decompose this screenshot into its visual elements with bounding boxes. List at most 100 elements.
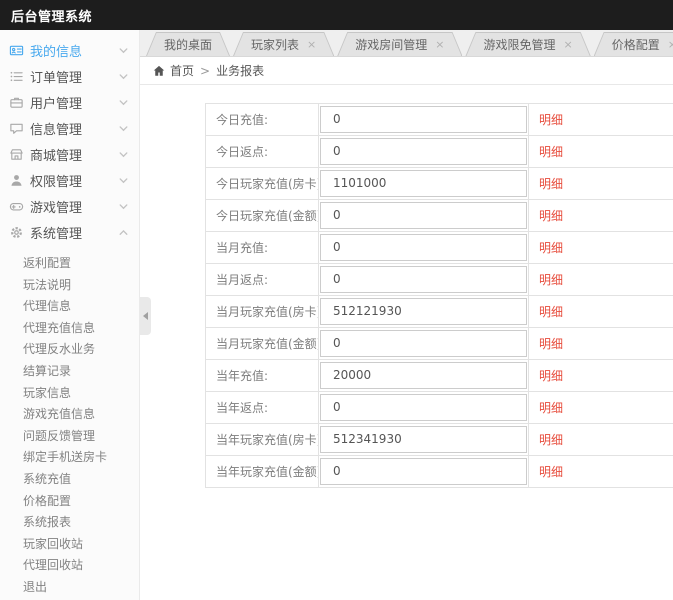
detail-link[interactable]: 明细: [539, 305, 563, 319]
sidebar-item-message-mgmt[interactable]: 信息管理: [0, 115, 139, 141]
report-value-cell: 0: [318, 327, 529, 360]
sidebar-subitem-play-instructions[interactable]: 玩法说明: [0, 275, 139, 297]
report-value-field[interactable]: 20000: [320, 362, 527, 389]
detail-link[interactable]: 明细: [539, 433, 563, 447]
report-value-field[interactable]: 0: [320, 106, 527, 133]
chevron-down-icon: [118, 97, 129, 108]
detail-cell: 明细: [528, 167, 673, 200]
app-header: 后台管理系统: [0, 0, 673, 30]
close-tab-icon[interactable]: ×: [435, 39, 444, 50]
breadcrumb-home-link[interactable]: 首页: [170, 62, 194, 79]
report-value-field[interactable]: 1101000: [320, 170, 527, 197]
tab-game-free-mgmt[interactable]: 游戏限免管理 ×: [465, 32, 590, 56]
sidebar-item-mall-mgmt[interactable]: 商城管理: [0, 141, 139, 167]
app-title: 后台管理系统: [11, 9, 93, 25]
report-value-cell: 512121930: [318, 295, 529, 328]
report-row: 今日充值: 0 明细: [205, 103, 673, 136]
sidebar-menu: 我的信息 订单管理 用户管理 信息管理商城管理权限管理 游戏管理系统管理返利配置 玩法说明…: [0, 37, 139, 599]
report-row: 今日玩家充值(金额): 0 明细: [205, 199, 673, 232]
chevron-down-icon: [118, 149, 129, 160]
detail-link[interactable]: 明细: [539, 369, 563, 383]
sidebar-subitem-rebate-config[interactable]: 返利配置: [0, 253, 139, 275]
sidebar-subitem-feedback-mgmt[interactable]: 问题反馈管理: [0, 426, 139, 448]
tab-label: 玩家列表: [251, 38, 300, 52]
report-value-field[interactable]: 0: [320, 458, 527, 485]
report-row-label: 当月充值:: [205, 231, 319, 264]
report-value-field[interactable]: 512341930: [320, 426, 527, 453]
tab-game-room-mgmt[interactable]: 游戏房间管理 ×: [337, 32, 462, 56]
sidebar-item-user-mgmt[interactable]: 用户管理: [0, 89, 139, 115]
detail-link[interactable]: 明细: [539, 241, 563, 255]
sidebar-subitem-agent-info[interactable]: 代理信息: [0, 296, 139, 318]
close-tab-icon[interactable]: ×: [307, 39, 316, 50]
sidebar-subitem-logout[interactable]: 退出: [0, 577, 139, 599]
sidebar-collapse-handle[interactable]: [140, 297, 151, 335]
report-value-field[interactable]: 0: [320, 266, 527, 293]
report-value-cell: 0: [318, 231, 529, 264]
sidebar-subitem-game-recharge-info[interactable]: 游戏充值信息: [0, 404, 139, 426]
chevron-down-icon: [118, 175, 129, 186]
sidebar-subitem-player-info[interactable]: 玩家信息: [0, 383, 139, 405]
tab-my-desktop[interactable]: 我的桌面: [146, 32, 230, 56]
tab-bar: 我的桌面玩家列表×游戏房间管理×游戏限免管理×价格配置×系统充值×系统报表: [140, 30, 673, 57]
report-value-field[interactable]: 0: [320, 394, 527, 421]
sidebar-subitem-system-recharge[interactable]: 系统充值: [0, 469, 139, 491]
detail-link[interactable]: 明细: [539, 465, 563, 479]
sidebar-subitem-settlement-records[interactable]: 结算记录: [0, 361, 139, 383]
report-value-field[interactable]: 0: [320, 234, 527, 261]
content-area: 今日充值: 0 明细 今日返点: 0 明细 今日玩家充值(房卡): 1101000 明细 今日玩家…: [140, 85, 673, 600]
report-value-field[interactable]: 0: [320, 330, 527, 357]
report-row-label: 今日返点:: [205, 135, 319, 168]
sidebar-subitem-agent-rakeback[interactable]: 代理反水业务: [0, 339, 139, 361]
detail-link[interactable]: 明细: [539, 209, 563, 223]
tab-player-list[interactable]: 玩家列表 ×: [233, 32, 334, 56]
sidebar-item-label: 商城管理: [30, 148, 83, 164]
report-value-cell: 512341930: [318, 423, 529, 456]
home-icon: [153, 65, 165, 77]
tab-label: 游戏房间管理: [355, 38, 428, 52]
report-value-cell: 0: [318, 455, 529, 488]
detail-cell: 明细: [528, 455, 673, 488]
sidebar-item-label: 系统管理: [30, 226, 83, 242]
close-tab-icon[interactable]: ×: [668, 39, 673, 50]
sidebar-item-permission-mgmt[interactable]: 权限管理: [0, 167, 139, 193]
close-tab-icon[interactable]: ×: [564, 39, 573, 50]
sidebar-item-system-mgmt[interactable]: 系统管理: [0, 219, 139, 245]
list-icon: [9, 69, 24, 84]
sidebar-subitem-system-report[interactable]: 系统报表: [0, 512, 139, 534]
user-icon: [9, 173, 24, 188]
report-row: 当月返点: 0 明细: [205, 263, 673, 296]
report-value-field[interactable]: 0: [320, 138, 527, 165]
report-row: 当年返点: 0 明细: [205, 391, 673, 424]
sidebar-subitem-agent-recycle-bin[interactable]: 代理回收站: [0, 555, 139, 577]
report-value-cell: 0: [318, 391, 529, 424]
sidebar-item-my-info[interactable]: 我的信息: [0, 37, 139, 63]
report-row: 当年玩家充值(房卡): 512341930 明细: [205, 423, 673, 456]
sidebar-subitem-player-recycle-bin[interactable]: 玩家回收站: [0, 534, 139, 556]
detail-link[interactable]: 明细: [539, 273, 563, 287]
detail-link[interactable]: 明细: [539, 401, 563, 415]
detail-link[interactable]: 明细: [539, 337, 563, 351]
report-row-label: 当月返点:: [205, 263, 319, 296]
tab-price-config[interactable]: 价格配置 ×: [594, 32, 673, 56]
report-value-field[interactable]: 512121930: [320, 298, 527, 325]
report-value-field[interactable]: 0: [320, 202, 527, 229]
sidebar-item-order-mgmt[interactable]: 订单管理: [0, 63, 139, 89]
report-row: 当月玩家充值(金额): 0 明细: [205, 327, 673, 360]
collapse-arrow-icon: [143, 312, 148, 320]
detail-cell: 明细: [528, 295, 673, 328]
sidebar-subitem-bind-phone-room-card[interactable]: 绑定手机送房卡: [0, 447, 139, 469]
report-row: 今日返点: 0 明细: [205, 135, 673, 168]
report-table: 今日充值: 0 明细 今日返点: 0 明细 今日玩家充值(房卡): 1101000 明细 今日玩家…: [205, 103, 673, 488]
sidebar-subitem-price-config[interactable]: 价格配置: [0, 491, 139, 513]
sidebar-submenu: 返利配置 玩法说明 代理信息 代理充值信息 代理反水业务 结算记录 玩家信息 游戏充值信息 问题…: [0, 253, 139, 599]
tab-inner: 玩家列表 ×: [234, 33, 333, 56]
detail-link[interactable]: 明细: [539, 177, 563, 191]
detail-cell: 明细: [528, 103, 673, 136]
report-row-label: 当年充值:: [205, 359, 319, 392]
sidebar-item-game-mgmt[interactable]: 游戏管理: [0, 193, 139, 219]
detail-link[interactable]: 明细: [539, 113, 563, 127]
sidebar-subitem-agent-recharge-info[interactable]: 代理充值信息: [0, 318, 139, 340]
detail-link[interactable]: 明细: [539, 145, 563, 159]
comment-icon: [9, 121, 24, 136]
